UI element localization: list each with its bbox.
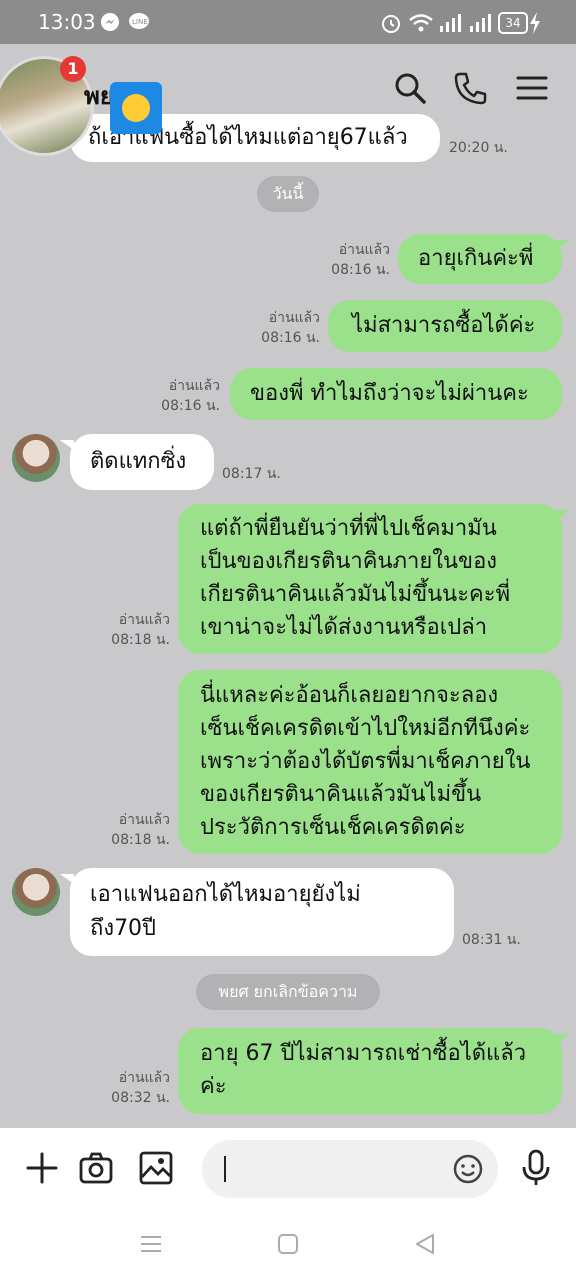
message-text: อายุเกินค่ะพี่ [418,246,534,271]
read-receipt: อ่านแล้ว [118,612,170,628]
message-time: 08:31 น. [462,932,521,948]
message-line: เซ็นเช็คเครดิตเข้าไปใหม่อีกทีนึงค่ะ [200,716,531,741]
message-line: ค่ะ [200,1074,227,1099]
line-app-icon: LINE [129,13,149,29]
status-time: 13:03 [38,10,96,34]
plus-icon[interactable] [24,1150,60,1186]
message-bubble-outgoing[interactable]: อายุเกินค่ะพี่ [398,234,562,284]
date-divider: วันนี้ [257,176,319,212]
contact-avatar-small[interactable] [12,434,60,482]
battery-icon: 34 [498,12,528,34]
phone-icon[interactable] [452,70,488,106]
message-text: ไม่สามารถซื้อได้ค่ะ [352,313,536,338]
message-bubble-outgoing[interactable]: แต่ถ้าพี่ยืนยันว่าที่พี่ไปเช็คมามัน เป็น… [178,504,562,654]
message-bubble-outgoing[interactable]: ของพี่ ทำไมถึงว่าจะไม่ผ่านคะ [230,368,562,420]
svg-text:LINE: LINE [132,18,148,26]
charging-icon [530,12,540,34]
read-receipt: อ่านแล้ว [168,378,220,394]
message-text: ของพี่ ทำไมถึงว่าจะไม่ผ่านคะ [250,381,529,406]
read-receipt: อ่านแล้ว [118,812,170,828]
messenger-icon [101,13,119,31]
wifi-icon [409,14,433,32]
message-line: อายุ 67 ปีไม่สามารถเช่าซื้อได้แล้ว [200,1041,527,1066]
system-notice: พยศ ยกเลิกข้อความ [196,974,380,1010]
message-meta: อ่านแล้ว 08:18 น. [108,810,170,850]
message-line: เป็นของเกียรตินาคินภายในของ [200,549,498,574]
message-time: 08:16 น. [261,330,320,346]
message-time: 08:17 น. [222,466,281,482]
text-cursor [224,1156,226,1182]
message-bubble-incoming[interactable]: ติดแทกซิ่ง [70,434,214,490]
message-time: 08:16 น. [161,398,220,414]
message-bubble-outgoing[interactable]: ไม่สามารถซื้อได้ค่ะ [328,300,562,352]
recent-apps-icon[interactable] [140,1234,162,1254]
message-time: 08:18 น. [111,632,170,648]
chat-header: 1 พย [0,44,576,156]
message-time: 08:16 น. [331,262,390,278]
message-line: เขาน่าจะไม่ได้ส่งงานหรือเปล่า [200,615,488,640]
message-time: 20:20 น. [449,140,508,156]
message-line: ของเกียรตินาคินแล้วมันไม่ขึ้น [200,782,482,807]
camera-icon[interactable] [78,1150,114,1186]
message-time: 08:18 น. [111,832,170,848]
read-receipt: อ่านแล้ว [118,1070,170,1086]
message-meta: อ่านแล้ว 08:18 น. [108,610,170,650]
read-receipt: อ่านแล้ว [268,310,320,326]
message-line: แต่ถ้าพี่ยืนยันว่าที่พี่ไปเช็คมามัน [200,516,497,541]
back-icon[interactable] [414,1233,436,1255]
message-line: เกียรตินาคินแล้วมันไม่ขึ้นนะคะพี่ [200,582,511,607]
message-time: 08:32 น. [111,1090,170,1106]
contact-avatar-small[interactable] [12,868,60,916]
mic-icon[interactable] [518,1148,554,1188]
message-text: ติดแทกซิ่ง [90,449,187,474]
message-meta: อ่านแล้ว 08:16 น. [158,376,220,416]
home-icon[interactable] [278,1234,298,1254]
message-line: นี่แหละค่ะอ้อนก็เลยอยากจะลอง [200,683,499,708]
message-bubble-outgoing[interactable]: นี่แหละค่ะอ้อนก็เลยอยากจะลอง เซ็นเช็คเคร… [178,670,562,854]
message-line: ถึง70ปี [90,916,157,941]
message-line: เอาแฟนออกได้ไหมอายุยังไม่ [90,882,361,907]
emoji-icon[interactable] [452,1153,484,1185]
alarm-icon [382,15,400,33]
message-line: ประวัติการเซ็นเช็คเครดิตค่ะ [200,815,466,840]
read-receipt: อ่านแล้ว [338,242,390,258]
input-bar [0,1128,576,1208]
message-meta: อ่านแล้ว 08:32 น. [108,1068,170,1108]
message-input[interactable] [202,1140,498,1198]
sticker-icon [110,82,162,134]
message-line: เพราะว่าต้องได้บัตรพี่มาเช็คภายใน [200,749,531,774]
menu-icon[interactable] [514,70,550,106]
signal-icon [440,14,461,32]
chat-area[interactable]: ถ้เอาแฟนซื้อได้ไหมแต่อายุ67แล้ว 20:20 น.… [0,44,576,1128]
message-bubble-outgoing[interactable]: อายุ 67 ปีไม่สามารถเช่าซื้อได้แล้ว ค่ะ [178,1028,562,1114]
search-icon[interactable] [392,70,428,106]
message-bubble-incoming[interactable]: เอาแฟนออกได้ไหมอายุยังไม่ ถึง70ปี [70,868,454,956]
message-meta: อ่านแล้ว 08:16 น. [258,308,320,348]
image-icon[interactable] [138,1150,174,1186]
status-bar: 13:03 LINE 34 [0,0,576,44]
unread-badge: 1 [60,56,86,82]
system-nav-bar [0,1208,576,1280]
signal-icon-2 [470,14,491,32]
battery-level: 34 [505,16,521,30]
message-meta: อ่านแล้ว 08:16 น. [328,240,390,280]
